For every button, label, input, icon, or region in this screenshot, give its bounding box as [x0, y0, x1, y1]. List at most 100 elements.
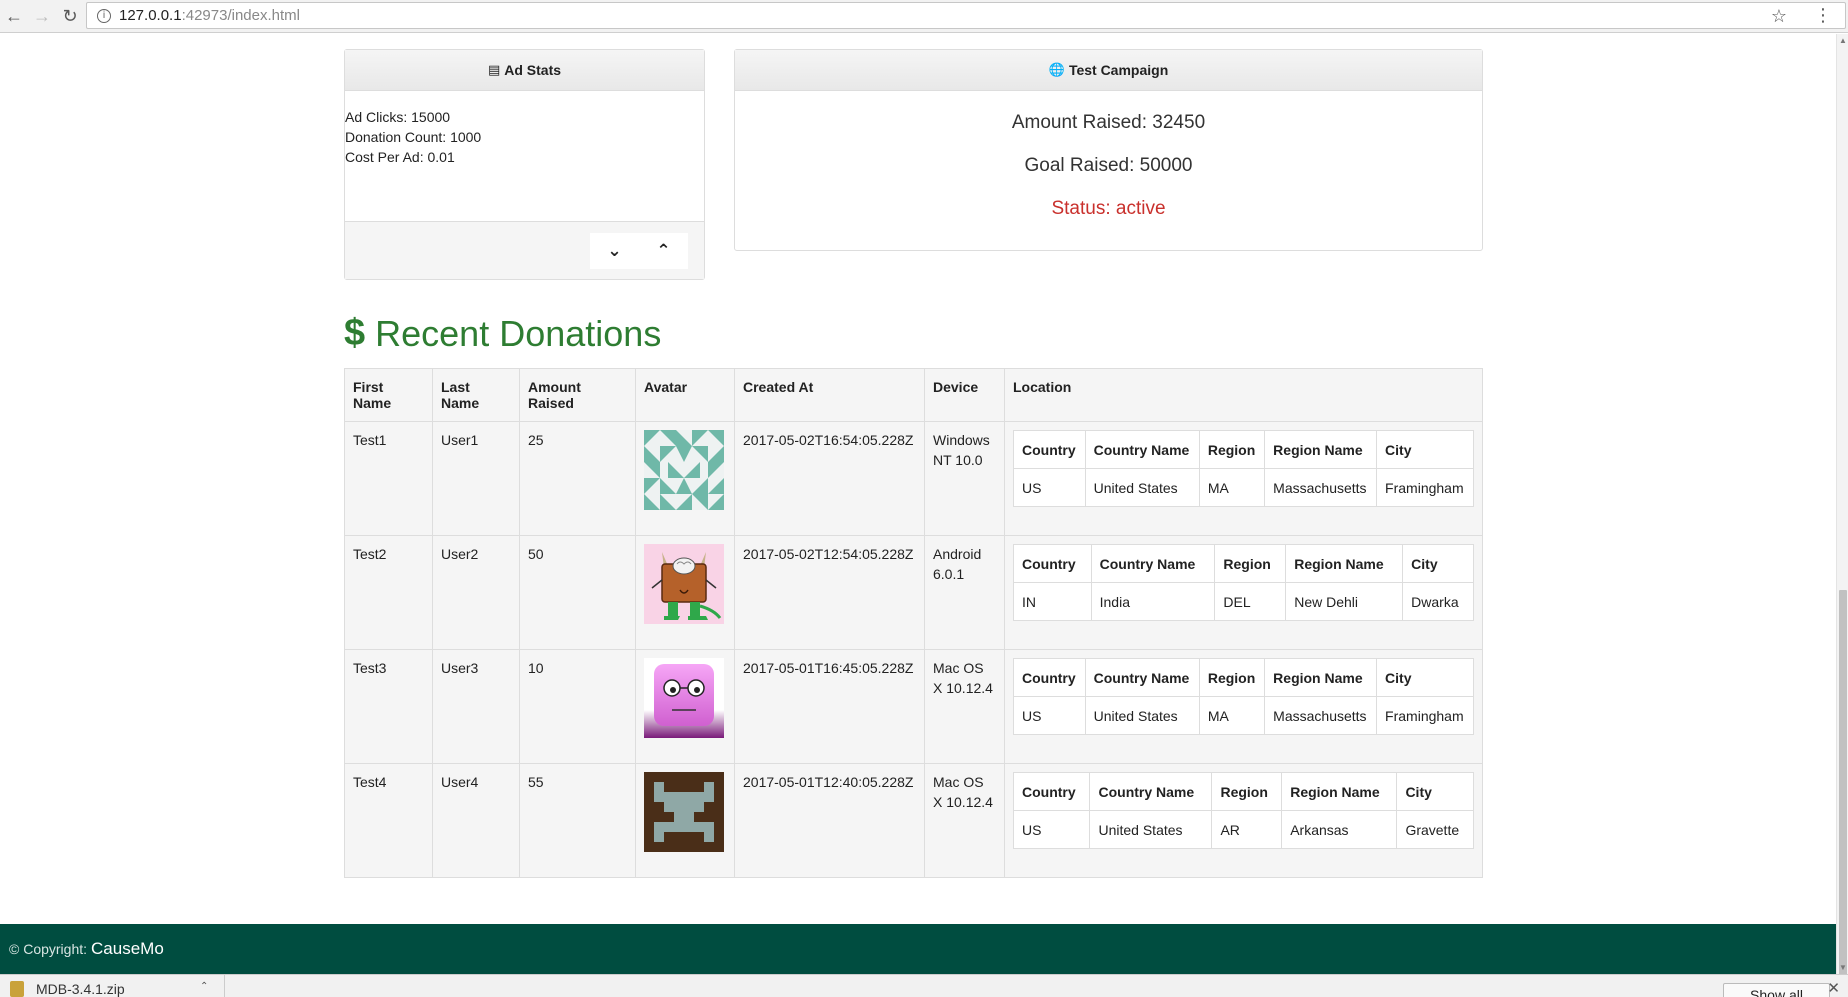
loc-country: US [1012, 810, 1091, 849]
chevron-up-icon[interactable]: ⌃ [200, 981, 208, 992]
location-cell: Country Country Name Region Region Name … [1004, 763, 1483, 878]
first-name-cell: Test3 [344, 649, 433, 764]
download-item[interactable]: MDB-3.4.1.zip [10, 981, 125, 997]
campaign-header: 🌐 Test Campaign [735, 50, 1482, 91]
scrollbar-thumb[interactable] [1839, 590, 1847, 995]
loc-col-city: City [1376, 430, 1474, 469]
campaign-status-text: Status: active [1051, 198, 1166, 219]
cost-per-ad-text: Cost Per Ad: 0.01 [345, 149, 455, 165]
location-table: Country Country Name Region Region Name … [1013, 544, 1474, 621]
location-cell: Country Country Name Region Region Name … [1004, 535, 1483, 650]
forward-icon[interactable]: → [28, 2, 56, 30]
loc-country: US [1013, 468, 1086, 507]
back-icon[interactable]: ← [0, 2, 28, 30]
last-name-cell: User4 [432, 763, 520, 878]
col-first-name: First Name [344, 368, 433, 422]
location-cell: Country Country Name Region Region Name … [1004, 649, 1483, 764]
loc-col-country: Country [1013, 658, 1086, 697]
col-avatar: Avatar [635, 368, 735, 422]
location-table: Country Country Name Region Region Name … [1013, 430, 1474, 507]
device-cell: Mac OS X 10.12.4 [924, 649, 1005, 764]
device-cell: Mac OS X 10.12.4 [924, 763, 1005, 878]
loc-col-country: Country [1012, 772, 1091, 811]
last-name-cell: User3 [432, 649, 520, 764]
loc-col-city: City [1402, 544, 1474, 583]
info-icon[interactable]: i [97, 8, 111, 23]
amount-cell: 10 [519, 649, 636, 764]
device-cell: Android 6.0.1 [924, 535, 1005, 650]
address-bar[interactable]: i 127.0.0.1:42973/index.html ☆ [86, 2, 1846, 29]
zip-file-icon [10, 981, 24, 997]
ad-stats-card: ▤ Ad Stats Ad Clicks: 15000 Donation Cou… [344, 49, 705, 280]
loc-col-country-name: Country Name [1090, 544, 1216, 583]
loc-col-region: Region [1211, 772, 1283, 811]
avatar-monster [644, 544, 724, 624]
ad-clicks-text: Ad Clicks: 15000 [345, 109, 451, 125]
loc-col-region-name: Region Name [1264, 430, 1378, 469]
location-table: Country Country Name Region Region Name … [1012, 772, 1474, 849]
bookmark-star-icon[interactable]: ☆ [1771, 6, 1787, 27]
loc-country: IN [1013, 582, 1092, 621]
loc-city: Framingham [1376, 468, 1474, 507]
table-header-row: First Name Last Name Amount Raised Avata… [344, 368, 1483, 422]
created-at-cell: 2017-05-01T12:40:05.228Z [734, 763, 925, 878]
campaign-body: Amount Raised: 32450 Goal Raised: 50000 … [735, 91, 1482, 239]
donations-table: First Name Last Name Amount Raised Avata… [344, 368, 1483, 878]
ad-stats-body: Ad Clicks: 15000 Donation Count: 1000 Co… [345, 91, 704, 223]
menu-kebab-icon[interactable]: ⋮ [1814, 5, 1832, 26]
loc-country: US [1013, 696, 1086, 735]
loc-col-region-name: Region Name [1264, 658, 1378, 697]
scroll-down-icon[interactable]: ▼ [1839, 963, 1847, 972]
created-at-cell: 2017-05-01T16:45:05.228Z [734, 649, 925, 764]
first-name-cell: Test1 [344, 421, 433, 536]
loc-region-name: New Dehli [1285, 582, 1404, 621]
loc-country-name: United States [1089, 810, 1213, 849]
col-created-at: Created At [734, 368, 925, 422]
donation-count-text: Donation Count: 1000 [345, 129, 482, 145]
reload-icon[interactable]: ↻ [56, 2, 84, 30]
ad-stats-footer: ⌄ ⌃ [345, 221, 704, 279]
loc-col-region-name: Region Name [1285, 544, 1404, 583]
chevron-up-icon[interactable]: ⌃ [639, 233, 688, 269]
url-host: 127.0.0.1 [119, 7, 182, 24]
avatar-cell [635, 763, 735, 878]
col-amount-raised: Amount Raised [519, 368, 636, 422]
loc-col-country-name: Country Name [1084, 658, 1200, 697]
chevron-down-icon[interactable]: ⌄ [590, 233, 639, 269]
avatar-retro [644, 772, 724, 852]
amount-cell: 50 [519, 535, 636, 650]
loc-region: DEL [1214, 582, 1287, 621]
created-at-cell: 2017-05-02T16:54:05.228Z [734, 421, 925, 536]
col-location: Location [1004, 368, 1483, 422]
loc-country-name: India [1090, 582, 1216, 621]
table-row: Test2 User2 50 2017-05-02T12:54:05.228Z … [344, 535, 1483, 650]
show-all-button[interactable]: Show all [1723, 983, 1830, 997]
created-at-cell: 2017-05-02T12:54:05.228Z [734, 535, 925, 650]
ad-stats-title: Ad Stats [504, 62, 562, 78]
campaign-card: 🌐 Test Campaign Amount Raised: 32450 Goa… [734, 49, 1483, 251]
loc-col-region: Region [1214, 544, 1287, 583]
amount-cell: 25 [519, 421, 636, 536]
avatar-cell [635, 649, 735, 764]
scroll-up-icon[interactable]: ▲ [1839, 36, 1847, 45]
goal-raised-text: Goal Raised: 50000 [1024, 155, 1193, 176]
last-name-cell: User2 [432, 535, 520, 650]
divider [224, 975, 225, 997]
loc-region-name: Arkansas [1281, 810, 1398, 849]
table-row: Test1 User1 25 2017-05-02T16:54:05.228Z … [344, 421, 1483, 536]
page-scrollbar[interactable]: ▲ ▼ [1836, 34, 1848, 995]
loc-region: MA [1198, 696, 1266, 735]
loc-city: Dwarka [1402, 582, 1474, 621]
close-icon[interactable]: ✕ [1827, 979, 1840, 997]
footer-brand-link[interactable]: CauseMo [91, 939, 164, 959]
loc-col-country-name: Country Name [1089, 772, 1213, 811]
first-name-cell: Test4 [344, 763, 433, 878]
loc-col-region: Region [1198, 658, 1266, 697]
device-cell: Windows NT 10.0 [924, 421, 1005, 536]
page-footer: © Copyright: CauseMo [0, 924, 1836, 974]
loc-col-region-name: Region Name [1281, 772, 1398, 811]
table-row: Test3 User3 10 2017-05-01T16:45:05.228Z … [344, 649, 1483, 764]
first-name-cell: Test2 [344, 535, 433, 650]
loc-region: AR [1211, 810, 1283, 849]
loc-col-region: Region [1198, 430, 1266, 469]
